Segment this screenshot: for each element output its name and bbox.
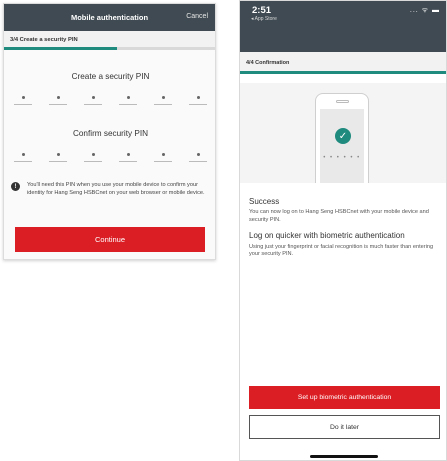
pin-digit-slot <box>119 96 137 105</box>
pin-digit-slot <box>154 96 172 105</box>
right-step-bar: 4/4 Confirmation <box>240 52 446 74</box>
confirm-pin-input[interactable] <box>4 153 215 162</box>
biometric-text: Using just your fingerprint or facial re… <box>249 243 434 258</box>
left-header-title: Mobile authentication <box>70 13 149 22</box>
pin-digit-slot <box>119 153 137 162</box>
continue-button[interactable]: Continue <box>15 227 205 252</box>
success-title: Success <box>249 197 280 206</box>
phone-illustration: ✓ • • • • • • <box>240 83 446 183</box>
setup-biometric-button[interactable]: Set up biometric authentication <box>249 386 440 409</box>
success-text: You can now log on to Hang Seng HSBCnet … <box>249 209 429 223</box>
pin-digit-slot <box>49 153 67 162</box>
check-icon: ✓ <box>335 128 351 144</box>
do-it-later-button[interactable]: Do it later <box>249 415 440 439</box>
pin-digit-slot <box>189 96 207 105</box>
system-status-icons: ... ᯤ ▬ <box>409 7 440 14</box>
left-progress-fill <box>4 47 117 50</box>
phone-device-icon: ✓ • • • • • • <box>315 93 369 183</box>
right-step-label: 4/4 Confirmation <box>246 60 290 66</box>
left-step-bar: 3/4 Create a security PIN <box>4 31 215 50</box>
create-pin-title: Create a security PIN <box>71 72 150 81</box>
pin-digit-slot <box>84 153 102 162</box>
left-progress-bar <box>4 47 215 50</box>
masked-pin: • • • • • • <box>323 155 361 161</box>
info-icon: ! <box>11 182 20 191</box>
left-step-label: 3/4 Create a security PIN <box>10 37 78 43</box>
back-to-app-store-link[interactable]: ◂ App Store <box>251 16 277 22</box>
status-time: 2:51 <box>252 5 272 16</box>
left-header: Mobile authentication Cancel <box>4 4 215 31</box>
create-pin-input[interactable] <box>4 96 215 105</box>
biometric-title: Log on quicker with biometric authentica… <box>249 231 405 240</box>
pin-digit-slot <box>14 96 32 105</box>
phone-screen: ✓ • • • • • • <box>320 109 364 183</box>
confirmation-screen: 2:51 ◂ App Store ... ᯤ ▬ Mobile authenti… <box>239 0 447 461</box>
cancel-button[interactable]: Cancel <box>186 13 208 20</box>
pin-digit-slot <box>14 153 32 162</box>
home-indicator <box>310 455 378 458</box>
create-pin-screen: Mobile authentication Cancel 3/4 Create … <box>3 3 216 260</box>
right-progress-bar <box>240 71 446 74</box>
confirm-pin-title: Confirm security PIN <box>72 129 149 138</box>
confirmation-content: Success You can now log on to Hang Seng … <box>249 197 439 259</box>
status-bar: 2:51 ◂ App Store ... ᯤ ▬ <box>240 1 446 42</box>
pin-info-note: ! You'll need this PIN when you use your… <box>11 181 211 197</box>
pin-digit-slot <box>189 153 207 162</box>
pin-digit-slot <box>84 96 102 105</box>
pin-digit-slot <box>154 153 172 162</box>
pin-digit-slot <box>49 96 67 105</box>
pin-info-text: You'll need this PIN when you use your m… <box>27 182 205 196</box>
screenshot-stage: Mobile authentication Cancel 3/4 Create … <box>0 0 447 461</box>
phone-speaker <box>336 100 349 103</box>
